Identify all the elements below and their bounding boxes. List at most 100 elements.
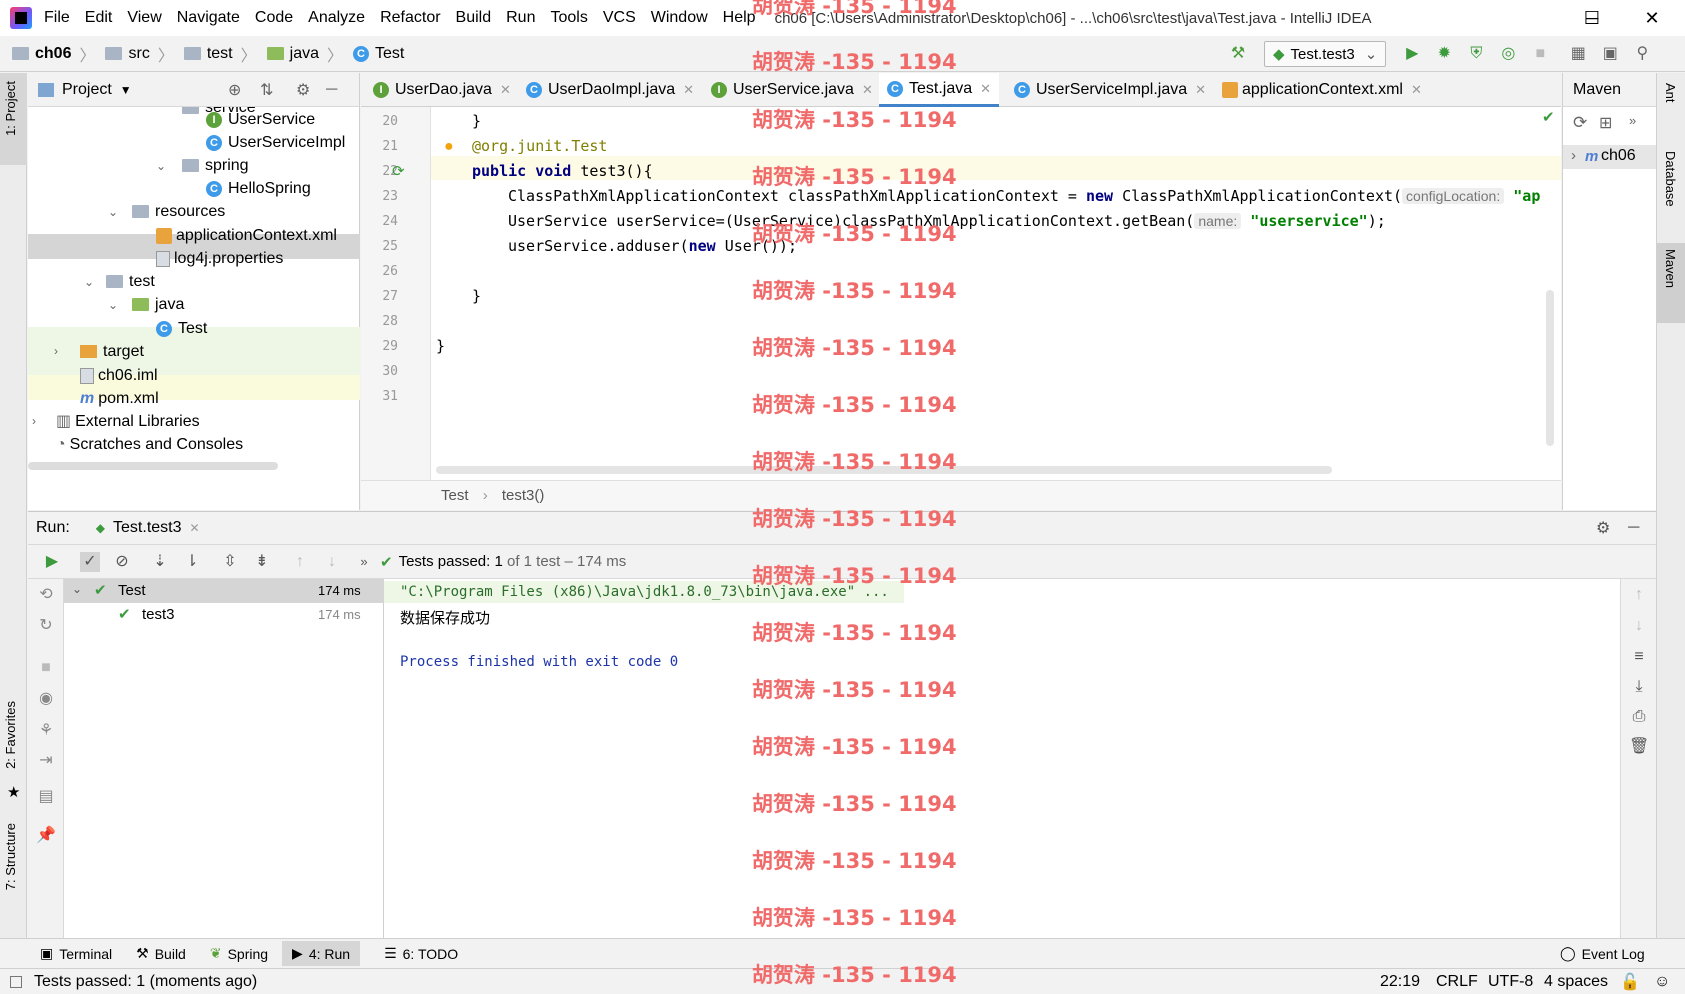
horizontal-scrollbar[interactable] <box>28 462 278 470</box>
tab-ant[interactable]: Ant <box>1663 83 1678 103</box>
line-separator[interactable]: CRLF <box>1436 973 1478 991</box>
trash-icon[interactable]: 🗑 <box>1629 737 1649 757</box>
chevron-down-icon[interactable]: ⌄ <box>156 159 166 173</box>
indent-setting[interactable]: 4 spaces <box>1544 973 1608 991</box>
caret-position[interactable]: 22:19 <box>1380 973 1420 991</box>
show-ignored-icon[interactable]: ⊘ <box>112 552 132 572</box>
breadcrumb-test-class[interactable]: C Test <box>353 45 404 63</box>
breadcrumb-src[interactable]: src 〉 <box>105 42 174 66</box>
print-icon[interactable]: ⎙ <box>1629 707 1649 727</box>
collapse-all-icon[interactable]: ⇟ <box>252 552 272 572</box>
tree-item-userservice[interactable]: I UserService <box>206 107 315 132</box>
tab-todo[interactable]: ☰ 6: TODO <box>384 945 458 962</box>
tree-item-external-libraries[interactable]: ▥ External Libraries <box>56 409 200 434</box>
menu-help[interactable]: Help <box>723 9 756 27</box>
sort-alpha-icon[interactable]: ⇣ <box>150 552 170 572</box>
chevron-down-icon[interactable]: ⌄ <box>84 275 94 289</box>
close-icon[interactable]: ✕ <box>1195 82 1206 98</box>
maximize-button[interactable]: ☐ <box>1562 0 1622 36</box>
tree-item-ch06-iml[interactable]: ch06.iml <box>80 363 158 388</box>
sort-duration-icon[interactable]: ⇂ <box>182 552 202 572</box>
debug-icon[interactable]: ✹ <box>1434 44 1454 64</box>
close-window-button[interactable]: ✕ <box>1622 0 1682 36</box>
close-icon[interactable]: ✕ <box>190 521 200 535</box>
tab-project-tool[interactable]: 1: Project <box>3 81 18 136</box>
tree-item-resources[interactable]: resources <box>132 199 225 224</box>
profile-icon[interactable]: ◎ <box>1498 44 1518 64</box>
tree-item-userserviceimpl[interactable]: C UserServiceImpl <box>206 130 345 155</box>
tab-userdaoimpl[interactable]: C UserDaoImpl.java ✕ <box>518 73 702 107</box>
lightbulb-icon[interactable]: ● <box>444 138 454 156</box>
expand-all-icon[interactable]: ⇳ <box>220 552 240 572</box>
project-structure-icon[interactable]: ▦ <box>1568 44 1588 64</box>
gear-icon[interactable]: ⚙ <box>296 80 310 100</box>
inspector-icon[interactable]: ☺ <box>1654 973 1670 991</box>
test-node-test3[interactable]: test3 <box>142 606 175 623</box>
chevron-down-icon[interactable]: ⌄ <box>108 298 118 312</box>
tab-run[interactable]: ▶ 4: Run <box>282 941 361 966</box>
locate-icon[interactable]: ⊕ <box>228 80 241 100</box>
menu-vcs[interactable]: VCS <box>603 9 636 27</box>
export-icon[interactable]: ⚘ <box>36 721 56 741</box>
breadcrumb-java[interactable]: java 〉 <box>266 42 343 66</box>
terminal-icon[interactable]: ▣ <box>1600 44 1620 64</box>
rerun-failed-icon[interactable]: ⟲ <box>36 585 56 605</box>
run-icon[interactable]: ▶ <box>1402 44 1422 64</box>
breadcrumb-ch06[interactable]: ch06 〉 <box>12 42 95 66</box>
scroll-to-end-icon[interactable]: ⤓ <box>1629 677 1649 697</box>
console-output[interactable]: "C:\Program Files (x86)\Java\jdk1.8.0_73… <box>384 579 1620 938</box>
add-project-icon[interactable]: ⊞ <box>1599 113 1612 133</box>
tree-item-scratches[interactable]: ◔ Scratches and Consoles <box>56 432 243 457</box>
tab-favorites[interactable]: 2: Favorites <box>3 701 18 769</box>
stop-icon[interactable]: ■ <box>1530 44 1550 64</box>
menu-refactor[interactable]: Refactor <box>380 9 440 27</box>
menu-code[interactable]: Code <box>255 9 293 27</box>
hide-icon[interactable]: ─ <box>1628 519 1639 537</box>
breadcrumb-test[interactable]: test 〉 <box>183 42 257 66</box>
menu-view[interactable]: View <box>127 9 161 27</box>
menu-tools[interactable]: Tools <box>550 9 587 27</box>
close-icon[interactable]: ✕ <box>500 82 511 98</box>
menu-edit[interactable]: Edit <box>85 9 113 27</box>
tab-test[interactable]: C Test.java ✕ <box>879 73 1000 107</box>
tab-database[interactable]: Database <box>1663 151 1678 207</box>
menu-analyze[interactable]: Analyze <box>308 9 365 27</box>
file-encoding[interactable]: UTF-8 <box>1488 973 1533 991</box>
menu-window[interactable]: Window <box>651 9 708 27</box>
project-view-select[interactable]: Project <box>62 81 112 99</box>
up-arrow-icon[interactable]: ↑ <box>1629 585 1649 605</box>
more-icon[interactable]: » <box>354 552 374 572</box>
menu-navigate[interactable]: Navigate <box>177 9 240 27</box>
tree-item-spring[interactable]: spring <box>182 153 249 178</box>
editor-crumb-class[interactable]: Test <box>441 487 469 504</box>
stop-icon[interactable]: ■ <box>36 658 56 678</box>
down-arrow-icon[interactable]: ↓ <box>1629 616 1649 636</box>
gear-icon[interactable]: ⚙ <box>1596 518 1610 538</box>
close-icon[interactable]: ✕ <box>980 81 991 97</box>
tree-item-target[interactable]: target <box>80 339 144 364</box>
test-node-test[interactable]: Test <box>118 582 146 599</box>
chevron-down-icon[interactable]: ⌄ <box>108 205 118 219</box>
close-icon[interactable]: ✕ <box>862 82 873 98</box>
run-tab-test3[interactable]: Test.test3 <box>113 519 181 537</box>
more-icon[interactable]: » <box>1629 113 1636 128</box>
show-passed-icon[interactable]: ✓ <box>80 551 100 572</box>
chevron-down-icon[interactable]: ▼ <box>120 83 132 97</box>
run-test-gutter-icon[interactable]: ⟳ <box>392 162 405 180</box>
collapse-all-icon[interactable]: ⇅ <box>260 80 273 100</box>
tab-userdao[interactable]: I UserDao.java ✕ <box>365 73 519 107</box>
tab-terminal[interactable]: ▣ Terminal <box>40 945 112 962</box>
close-icon[interactable]: ✕ <box>1411 82 1422 98</box>
build-hammer-icon[interactable]: ⚒ <box>1228 44 1248 64</box>
pin-icon[interactable]: 📌 <box>36 826 56 846</box>
tree-item-hellospring[interactable]: C HelloSpring <box>206 176 311 201</box>
tab-structure[interactable]: 7: Structure <box>3 823 18 890</box>
tree-item-test-class[interactable]: C Test <box>156 316 207 341</box>
chevron-right-icon[interactable]: › <box>32 414 36 428</box>
tab-maven[interactable]: Maven <box>1663 249 1678 288</box>
next-failed-icon[interactable]: ↓ <box>322 552 342 572</box>
tree-item-java[interactable]: java <box>132 292 184 317</box>
tab-userservice[interactable]: I UserService.java ✕ <box>703 73 881 107</box>
chevron-down-icon[interactable]: ⌄ <box>72 582 82 596</box>
import-icon[interactable]: ⇥ <box>36 751 56 771</box>
